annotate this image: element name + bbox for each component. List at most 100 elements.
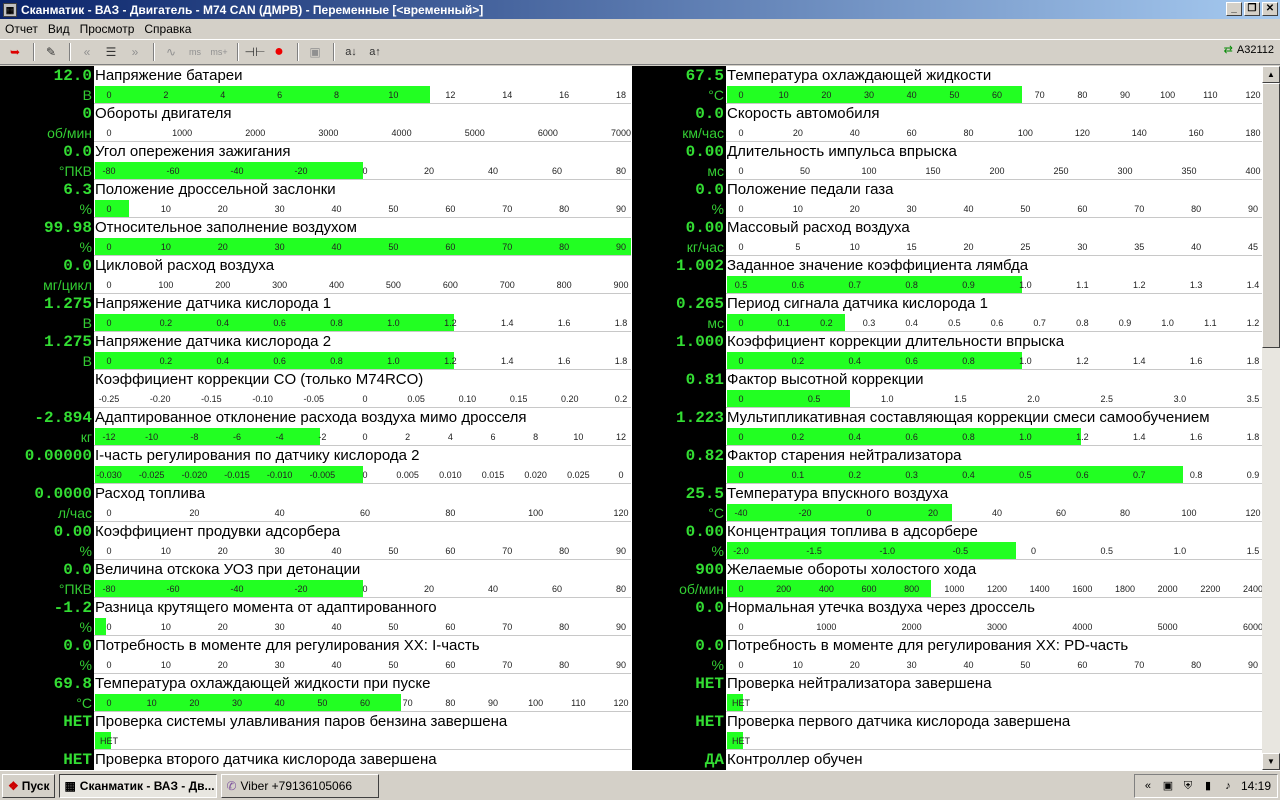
sort-desc-icon[interactable]: a↓ xyxy=(340,42,362,62)
parameter-row[interactable]: 67.5 °C Температура охлаждающей жидкости 0 1… xyxy=(632,66,1262,104)
parameter-row[interactable]: 0.0% Положение педали газа 0 10 20 30 40 50 60 70… xyxy=(632,180,1262,218)
parameter-row[interactable]: 0.265 мс Период сигнала датчика кислорода … xyxy=(632,294,1262,332)
close-button[interactable]: ✕ xyxy=(1262,2,1278,16)
parameter-row[interactable]: 6.3% Положение дроссельной заслонки 0 10 20 3… xyxy=(0,180,631,218)
parameter-row[interactable]: 0.00000 I-часть регулирования по датчику … xyxy=(0,446,631,484)
parameter-row[interactable]: 0.82 Фактор старения нейтрализатора 0 0.1 0.… xyxy=(632,446,1262,484)
parameter-row[interactable]: 0 об/мин Обороты двигателя 0 1000 2000 3000 400… xyxy=(0,104,631,142)
parameter-row[interactable]: 69.8 °C Температура охлаждающей жидкости п… xyxy=(0,674,631,712)
parameter-row[interactable]: 0.0% Потребность в моменте для регулирова… xyxy=(0,636,631,674)
parameter-row[interactable]: 0.00 мс Длительность импульса впрыска 0 50 10… xyxy=(632,142,1262,180)
edit-list-icon[interactable]: ✎ xyxy=(40,42,62,62)
task-scanmatik[interactable]: ▦ Сканматик - ВАЗ - Дв... xyxy=(59,773,218,798)
value-bar xyxy=(727,86,1022,103)
scale-tick-label: 0.8 xyxy=(905,280,918,290)
ms-plus-icon[interactable]: ms+ xyxy=(208,42,230,62)
parameter-row[interactable]: НЕТ Проверка системы улавливания паров бе… xyxy=(0,712,631,750)
parameter-scale: -80 -60 -40 -20 0 20 40 60 80 xyxy=(95,162,631,180)
parameter-scale: 0 20 40 60 80 100 120 140 160 180 xyxy=(727,124,1262,142)
scale-tick-label: 30 xyxy=(274,546,285,556)
parameter-value: 0.00 xyxy=(53,523,92,541)
parameter-row[interactable]: 1.275 В Напряжение датчика кислорода 2 0 0.2… xyxy=(0,332,631,370)
scale-tick-label: 1400 xyxy=(1029,584,1050,594)
parameter-row[interactable]: 1.002 Заданное значение коэффициента лямб… xyxy=(632,256,1262,294)
parameter-row[interactable]: 1.275 В Напряжение датчика кислорода 1 0 0.2… xyxy=(0,294,631,332)
parameter-row[interactable]: 0.00 кг/час Массовый расход воздуха 0 5 10 15 2… xyxy=(632,218,1262,256)
parameter-row[interactable]: 99.98% Относительное заполнение воздухом 0… xyxy=(0,218,631,256)
parameter-scale: -0.25 -0.20 -0.15 -0.10 -0.05 0 0.05 0.10 0.15 0.… xyxy=(95,390,631,408)
scroll-up-arrow-icon[interactable]: ▲ xyxy=(1262,66,1280,83)
start-button[interactable]: ❖ Пуск xyxy=(2,773,56,798)
parameter-unit: % xyxy=(711,543,724,559)
sort-asc-icon[interactable]: a↑ xyxy=(364,42,386,62)
scale-tick-label: 0 xyxy=(106,242,112,252)
parameter-unit: мс xyxy=(707,315,724,331)
parameter-name: Цикловой расход воздуха xyxy=(95,257,275,274)
scale-tick-label: 0 xyxy=(106,204,112,214)
parameter-row[interactable]: 0.81 Фактор высотной коррекции 0 0.5 1.0 1.5 2… xyxy=(632,370,1262,408)
volume-icon[interactable]: ♪ xyxy=(1221,779,1235,793)
scale-tick-label: 60 xyxy=(991,90,1003,100)
ms-icon[interactable]: ms xyxy=(184,42,206,62)
scale-tick-label: 1.2 xyxy=(444,356,457,366)
parameter-row[interactable]: 0.0 км/час Скорость автомобиля 0 20 40 60 80 100… xyxy=(632,104,1262,142)
parameter-row[interactable]: 25.5 °C Температура впускного воздуха -40 -2… xyxy=(632,484,1262,522)
tray-expand-icon[interactable]: « xyxy=(1141,779,1155,793)
wave-icon[interactable]: ∿ xyxy=(160,42,182,62)
signal-icon[interactable]: ▮ xyxy=(1201,779,1215,793)
scroll-thumb[interactable] xyxy=(1262,83,1280,348)
parameter-scale: 0 1000 2000 3000 4000 5000 6000 xyxy=(727,618,1262,636)
scale-tick-label: 120 xyxy=(1245,508,1261,518)
scale-tick-label: 20 xyxy=(217,622,228,632)
parameter-row[interactable]: 0.0 °ПКВ Величина отскока УОЗ при детонаци… xyxy=(0,560,631,598)
security-icon[interactable]: ⛨ xyxy=(1181,779,1195,793)
scale-tick-label: 10 xyxy=(388,90,399,100)
scale-tick-label: 60 xyxy=(1055,508,1067,518)
parameter-row[interactable]: 0.0 Нормальная утечка воздуха через дросс… xyxy=(632,598,1262,636)
menu-view[interactable]: Вид xyxy=(43,22,75,36)
minimize-button[interactable]: _ xyxy=(1226,2,1242,16)
parameter-row[interactable]: 1.000 Коэффициент коррекции длительности … xyxy=(632,332,1262,370)
scale-tick-label: 40 xyxy=(274,508,285,518)
scale-tick-label: 100 xyxy=(528,698,544,708)
parameter-row[interactable]: 900 об/мин Желаемые обороты холостого хода… xyxy=(632,560,1262,598)
parameter-row[interactable]: -1.2% Разница крутящего момента от адапти… xyxy=(0,598,631,636)
parameter-row[interactable]: 1.223 Мультипликативная составляющая корр… xyxy=(632,408,1262,446)
scroll-down-arrow-icon[interactable]: ▼ xyxy=(1262,753,1280,770)
parameter-row[interactable]: 12.0 В Напряжение батареи 0 2 4 6 8 10 12 14 16 18 xyxy=(0,66,631,104)
rewind-icon[interactable]: « xyxy=(76,42,98,62)
record-icon[interactable]: ● xyxy=(268,42,290,62)
probe-icon[interactable]: ⊣⊢ xyxy=(244,42,266,62)
parameter-row[interactable]: Коэффициент коррекции CO (только M74RCO)… xyxy=(0,370,631,408)
parameter-row[interactable]: 0.0000 л/час Расход топлива 0 20 40 60 80 100 120 xyxy=(0,484,631,522)
parameter-row[interactable]: НЕТ Проверка первого датчика кислорода за… xyxy=(632,712,1262,750)
parameter-row[interactable]: 0.0 мг/цикл Цикловой расход воздуха 0 100 200… xyxy=(0,256,631,294)
parameter-row[interactable]: 0.0% Потребность в моменте для регулирова… xyxy=(632,636,1262,674)
menu-browse[interactable]: Просмотр xyxy=(75,22,140,36)
network-icon[interactable]: ▣ xyxy=(1161,779,1175,793)
parameter-row[interactable]: 0.00% Концентрация топлива в адсорбере -2.… xyxy=(632,522,1262,560)
parameter-row[interactable]: ДА Контроллер обучен xyxy=(632,750,1262,770)
scale-tick-label: -60 xyxy=(166,166,180,176)
menu-help[interactable]: Справка xyxy=(139,22,196,36)
parameter-row[interactable]: -2.894 кг Адаптированное отклонение расход… xyxy=(0,408,631,446)
scale-tick-label: 30 xyxy=(906,204,917,214)
parameter-row[interactable]: 0.0 °ПКВ Угол опережения зажигания -80 -60 -4… xyxy=(0,142,631,180)
restore-button[interactable]: ❐ xyxy=(1244,2,1260,16)
value-bar xyxy=(727,352,1022,369)
back-arrow-icon[interactable]: ➥ xyxy=(4,42,26,62)
list-icon[interactable]: ☰ xyxy=(100,42,122,62)
scale-tick-label: 0.6 xyxy=(273,318,286,328)
scale-tick-label: 20 xyxy=(821,90,832,100)
save-icon[interactable]: ▣ xyxy=(304,42,326,62)
scale-tick-label: 100 xyxy=(1017,128,1033,138)
menu-report[interactable]: Отчет xyxy=(0,22,43,36)
parameter-row[interactable]: НЕТ Проверка второго датчика кислорода за… xyxy=(0,750,631,770)
vertical-scrollbar[interactable]: ▲ ▼ xyxy=(1262,66,1280,770)
parameter-row[interactable]: НЕТ Проверка нейтрализатора завершена НЕТ xyxy=(632,674,1262,712)
task-viber[interactable]: ✆ Viber +79136105066 xyxy=(221,773,380,798)
forward-icon[interactable]: » xyxy=(124,42,146,62)
parameter-name: Проверка системы улавливания паров бензи… xyxy=(95,713,508,730)
parameter-scale: 0 10 20 30 40 50 60 70 80 90 xyxy=(727,200,1262,218)
parameter-row[interactable]: 0.00% Коэффициент продувки адсорбера 0 10 20… xyxy=(0,522,631,560)
